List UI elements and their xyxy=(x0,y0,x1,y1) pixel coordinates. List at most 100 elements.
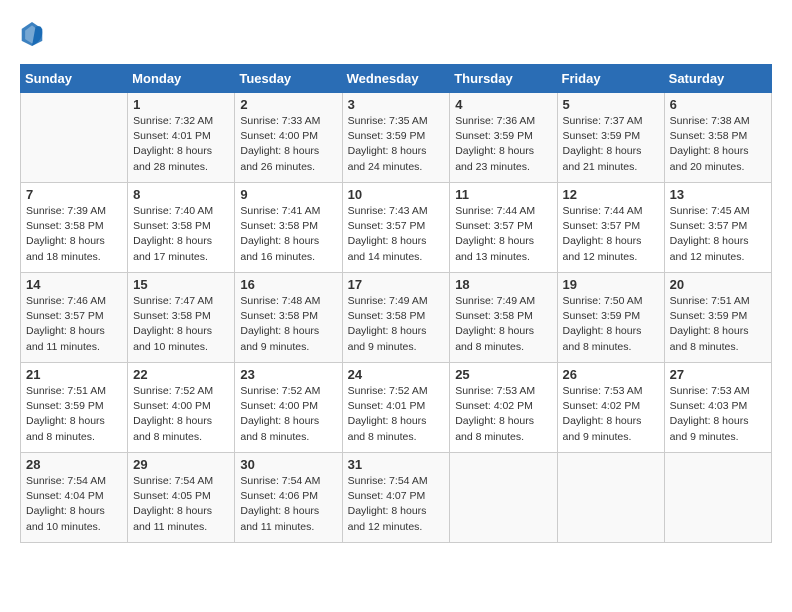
calendar-header-row: SundayMondayTuesdayWednesdayThursdayFrid… xyxy=(21,65,772,93)
day-info: Sunrise: 7:51 AM Sunset: 3:59 PM Dayligh… xyxy=(670,294,766,355)
calendar-cell: 27 Sunrise: 7:53 AM Sunset: 4:03 PM Dayl… xyxy=(664,363,771,453)
weekday-header: Saturday xyxy=(664,65,771,93)
day-info: Sunrise: 7:44 AM Sunset: 3:57 PM Dayligh… xyxy=(563,204,659,265)
calendar-cell: 23 Sunrise: 7:52 AM Sunset: 4:00 PM Dayl… xyxy=(235,363,342,453)
calendar-cell: 11 Sunrise: 7:44 AM Sunset: 3:57 PM Dayl… xyxy=(450,183,557,273)
day-number: 9 xyxy=(240,187,336,202)
calendar-cell: 26 Sunrise: 7:53 AM Sunset: 4:02 PM Dayl… xyxy=(557,363,664,453)
calendar-cell: 31 Sunrise: 7:54 AM Sunset: 4:07 PM Dayl… xyxy=(342,453,450,543)
calendar-week-row: 14 Sunrise: 7:46 AM Sunset: 3:57 PM Dayl… xyxy=(21,273,772,363)
calendar-cell xyxy=(21,93,128,183)
day-number: 4 xyxy=(455,97,551,112)
day-info: Sunrise: 7:38 AM Sunset: 3:58 PM Dayligh… xyxy=(670,114,766,175)
day-info: Sunrise: 7:41 AM Sunset: 3:58 PM Dayligh… xyxy=(240,204,336,265)
day-info: Sunrise: 7:53 AM Sunset: 4:03 PM Dayligh… xyxy=(670,384,766,445)
day-number: 13 xyxy=(670,187,766,202)
calendar-cell xyxy=(557,453,664,543)
calendar-cell: 14 Sunrise: 7:46 AM Sunset: 3:57 PM Dayl… xyxy=(21,273,128,363)
calendar-cell: 10 Sunrise: 7:43 AM Sunset: 3:57 PM Dayl… xyxy=(342,183,450,273)
calendar-cell: 25 Sunrise: 7:53 AM Sunset: 4:02 PM Dayl… xyxy=(450,363,557,453)
calendar-cell: 24 Sunrise: 7:52 AM Sunset: 4:01 PM Dayl… xyxy=(342,363,450,453)
calendar-cell: 1 Sunrise: 7:32 AM Sunset: 4:01 PM Dayli… xyxy=(128,93,235,183)
day-info: Sunrise: 7:49 AM Sunset: 3:58 PM Dayligh… xyxy=(455,294,551,355)
day-info: Sunrise: 7:33 AM Sunset: 4:00 PM Dayligh… xyxy=(240,114,336,175)
day-number: 8 xyxy=(133,187,229,202)
day-number: 19 xyxy=(563,277,659,292)
weekday-header: Tuesday xyxy=(235,65,342,93)
day-info: Sunrise: 7:35 AM Sunset: 3:59 PM Dayligh… xyxy=(348,114,445,175)
calendar-cell: 5 Sunrise: 7:37 AM Sunset: 3:59 PM Dayli… xyxy=(557,93,664,183)
day-number: 25 xyxy=(455,367,551,382)
calendar-cell: 8 Sunrise: 7:40 AM Sunset: 3:58 PM Dayli… xyxy=(128,183,235,273)
calendar-cell: 4 Sunrise: 7:36 AM Sunset: 3:59 PM Dayli… xyxy=(450,93,557,183)
day-number: 20 xyxy=(670,277,766,292)
calendar-cell: 22 Sunrise: 7:52 AM Sunset: 4:00 PM Dayl… xyxy=(128,363,235,453)
day-number: 18 xyxy=(455,277,551,292)
day-info: Sunrise: 7:39 AM Sunset: 3:58 PM Dayligh… xyxy=(26,204,122,265)
calendar-cell: 3 Sunrise: 7:35 AM Sunset: 3:59 PM Dayli… xyxy=(342,93,450,183)
weekday-header: Wednesday xyxy=(342,65,450,93)
calendar-cell: 15 Sunrise: 7:47 AM Sunset: 3:58 PM Dayl… xyxy=(128,273,235,363)
day-info: Sunrise: 7:52 AM Sunset: 4:00 PM Dayligh… xyxy=(240,384,336,445)
day-number: 26 xyxy=(563,367,659,382)
day-number: 15 xyxy=(133,277,229,292)
day-number: 16 xyxy=(240,277,336,292)
day-number: 31 xyxy=(348,457,445,472)
calendar-cell xyxy=(450,453,557,543)
calendar-cell: 13 Sunrise: 7:45 AM Sunset: 3:57 PM Dayl… xyxy=(664,183,771,273)
calendar-cell: 9 Sunrise: 7:41 AM Sunset: 3:58 PM Dayli… xyxy=(235,183,342,273)
calendar-cell: 28 Sunrise: 7:54 AM Sunset: 4:04 PM Dayl… xyxy=(21,453,128,543)
day-info: Sunrise: 7:54 AM Sunset: 4:04 PM Dayligh… xyxy=(26,474,122,535)
calendar-cell: 12 Sunrise: 7:44 AM Sunset: 3:57 PM Dayl… xyxy=(557,183,664,273)
day-info: Sunrise: 7:52 AM Sunset: 4:00 PM Dayligh… xyxy=(133,384,229,445)
day-info: Sunrise: 7:36 AM Sunset: 3:59 PM Dayligh… xyxy=(455,114,551,175)
calendar-week-row: 7 Sunrise: 7:39 AM Sunset: 3:58 PM Dayli… xyxy=(21,183,772,273)
day-number: 3 xyxy=(348,97,445,112)
calendar-cell: 7 Sunrise: 7:39 AM Sunset: 3:58 PM Dayli… xyxy=(21,183,128,273)
calendar-cell: 29 Sunrise: 7:54 AM Sunset: 4:05 PM Dayl… xyxy=(128,453,235,543)
day-number: 1 xyxy=(133,97,229,112)
calendar-week-row: 1 Sunrise: 7:32 AM Sunset: 4:01 PM Dayli… xyxy=(21,93,772,183)
weekday-header: Monday xyxy=(128,65,235,93)
weekday-header: Friday xyxy=(557,65,664,93)
calendar-cell: 6 Sunrise: 7:38 AM Sunset: 3:58 PM Dayli… xyxy=(664,93,771,183)
calendar-cell: 20 Sunrise: 7:51 AM Sunset: 3:59 PM Dayl… xyxy=(664,273,771,363)
day-info: Sunrise: 7:48 AM Sunset: 3:58 PM Dayligh… xyxy=(240,294,336,355)
logo-icon xyxy=(20,20,44,48)
calendar-cell: 21 Sunrise: 7:51 AM Sunset: 3:59 PM Dayl… xyxy=(21,363,128,453)
day-number: 30 xyxy=(240,457,336,472)
day-info: Sunrise: 7:43 AM Sunset: 3:57 PM Dayligh… xyxy=(348,204,445,265)
day-info: Sunrise: 7:54 AM Sunset: 4:06 PM Dayligh… xyxy=(240,474,336,535)
calendar-week-row: 28 Sunrise: 7:54 AM Sunset: 4:04 PM Dayl… xyxy=(21,453,772,543)
day-number: 23 xyxy=(240,367,336,382)
calendar-body: 1 Sunrise: 7:32 AM Sunset: 4:01 PM Dayli… xyxy=(21,93,772,543)
day-info: Sunrise: 7:32 AM Sunset: 4:01 PM Dayligh… xyxy=(133,114,229,175)
day-number: 29 xyxy=(133,457,229,472)
day-info: Sunrise: 7:53 AM Sunset: 4:02 PM Dayligh… xyxy=(563,384,659,445)
day-number: 24 xyxy=(348,367,445,382)
day-info: Sunrise: 7:44 AM Sunset: 3:57 PM Dayligh… xyxy=(455,204,551,265)
day-info: Sunrise: 7:54 AM Sunset: 4:07 PM Dayligh… xyxy=(348,474,445,535)
day-number: 27 xyxy=(670,367,766,382)
day-info: Sunrise: 7:53 AM Sunset: 4:02 PM Dayligh… xyxy=(455,384,551,445)
day-info: Sunrise: 7:50 AM Sunset: 3:59 PM Dayligh… xyxy=(563,294,659,355)
day-number: 17 xyxy=(348,277,445,292)
day-info: Sunrise: 7:45 AM Sunset: 3:57 PM Dayligh… xyxy=(670,204,766,265)
weekday-header: Sunday xyxy=(21,65,128,93)
day-info: Sunrise: 7:49 AM Sunset: 3:58 PM Dayligh… xyxy=(348,294,445,355)
calendar-cell: 30 Sunrise: 7:54 AM Sunset: 4:06 PM Dayl… xyxy=(235,453,342,543)
day-number: 12 xyxy=(563,187,659,202)
day-info: Sunrise: 7:40 AM Sunset: 3:58 PM Dayligh… xyxy=(133,204,229,265)
calendar-week-row: 21 Sunrise: 7:51 AM Sunset: 3:59 PM Dayl… xyxy=(21,363,772,453)
calendar-cell: 18 Sunrise: 7:49 AM Sunset: 3:58 PM Dayl… xyxy=(450,273,557,363)
page-header xyxy=(20,20,772,48)
day-number: 28 xyxy=(26,457,122,472)
calendar-cell xyxy=(664,453,771,543)
day-number: 6 xyxy=(670,97,766,112)
day-number: 2 xyxy=(240,97,336,112)
day-info: Sunrise: 7:37 AM Sunset: 3:59 PM Dayligh… xyxy=(563,114,659,175)
calendar-cell: 2 Sunrise: 7:33 AM Sunset: 4:00 PM Dayli… xyxy=(235,93,342,183)
day-number: 5 xyxy=(563,97,659,112)
day-number: 7 xyxy=(26,187,122,202)
day-number: 21 xyxy=(26,367,122,382)
